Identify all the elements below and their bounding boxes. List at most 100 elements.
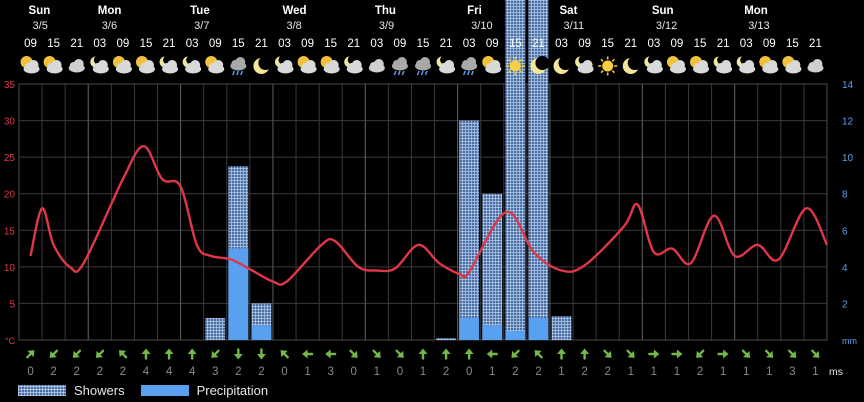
hour-label: 15	[509, 38, 522, 50]
left-axis: 5 10 15 20 25 30 35 °C	[4, 80, 16, 346]
wind-arrow-w	[325, 349, 337, 359]
wind-arrow-n	[464, 348, 474, 360]
wind-arrow-head	[557, 348, 567, 354]
forecast-chart: 5101520253035°C2468101214mmSun3/5Mon3/6T…	[4, 0, 857, 378]
day-name: Sat	[560, 5, 578, 17]
wind-arrow-n	[187, 348, 197, 360]
wind-arrow-nw	[280, 350, 289, 359]
cloud-shape	[230, 57, 247, 71]
cloud-sun-icon	[320, 56, 340, 74]
cloud-puff	[73, 59, 84, 69]
cloud-sun-icon	[759, 56, 779, 74]
cloud-puff	[396, 57, 407, 67]
hour-label: 21	[532, 38, 545, 50]
wind-arrow-w	[486, 349, 498, 359]
cloud-shape	[415, 57, 431, 71]
cloud-puff	[351, 60, 362, 70]
right-axis-tick-label: 8	[842, 190, 848, 201]
wind-arrow-n	[141, 348, 151, 360]
left-axis-unit: °C	[5, 336, 16, 346]
wind-arrow-head	[187, 348, 197, 354]
wind-arrow-n	[580, 348, 590, 360]
cloud-moon-icon	[344, 55, 363, 74]
wind-arrow-sw	[511, 349, 520, 358]
wind-arrow-n	[164, 348, 174, 360]
legend-precipitation-label: Precipitation	[196, 382, 269, 398]
precipitation-bar	[251, 325, 272, 340]
rain-icon	[230, 57, 247, 76]
wind-speed: 1	[674, 366, 680, 378]
wind-arrow-e	[671, 349, 683, 359]
cloud-puff	[235, 57, 246, 67]
cloud-moon-icon	[274, 55, 294, 74]
moon-icon	[253, 56, 273, 74]
showers-bar	[436, 338, 457, 340]
rain-drop	[470, 70, 474, 76]
hour-label: 21	[70, 38, 83, 50]
hour-label: 15	[324, 38, 337, 50]
left-axis-tick-label: 5	[9, 299, 15, 310]
hour-labels: 09 15 21 03 09 15 21 03 09 15 21 03 09 15 21 03 09 15 21 03…	[24, 38, 822, 50]
wind-speed: 2	[50, 366, 56, 378]
wind-arrow-e	[648, 349, 660, 359]
day-name: Tue	[190, 5, 210, 17]
rain-drop	[466, 70, 470, 76]
rain-icon	[461, 57, 478, 76]
moon-shadow	[558, 56, 573, 70]
hour-label: 09	[578, 38, 591, 50]
day-date: 3/8	[286, 20, 301, 32]
cloud-puff	[328, 60, 339, 70]
hour-label: 09	[116, 38, 129, 50]
showers-bar	[505, 0, 526, 341]
weather-icons	[20, 55, 824, 76]
hour-label: 09	[209, 38, 222, 50]
cloud-puff	[790, 60, 801, 70]
cloud-puff	[767, 60, 778, 70]
day-date: 3/6	[102, 20, 117, 32]
wind-speed: 1	[374, 366, 380, 378]
wind-arrow-e	[717, 349, 729, 359]
wind-arrow-se	[811, 349, 820, 358]
cloud-shape	[68, 59, 85, 73]
wind-arrow-sw	[95, 349, 105, 358]
left-axis-tick-label: 35	[4, 80, 16, 91]
cloud-puff	[420, 57, 430, 67]
cloud-moon-icon	[644, 55, 663, 74]
wind-arrow-n	[441, 348, 451, 360]
wind-speed: 2	[235, 366, 241, 378]
cloud-sun-icon	[297, 56, 317, 74]
precipitation-bar	[482, 325, 503, 340]
right-axis-tick-label: 2	[842, 299, 848, 310]
day-name: Fri	[467, 5, 482, 17]
cloud-puff	[282, 60, 293, 70]
wind-speed: 2	[97, 366, 103, 378]
cloud-sun-icon	[112, 56, 132, 74]
cloud-sun-icon	[482, 56, 502, 74]
wind-arrow-n	[418, 348, 428, 360]
showers-bar	[459, 120, 480, 340]
wind-speed: 0	[351, 366, 357, 378]
day-date: 3/12	[656, 20, 677, 32]
cloud-puff	[51, 60, 62, 70]
day-date: 3/5	[33, 20, 48, 32]
plot-area	[19, 84, 827, 340]
cloud-puff	[190, 60, 201, 70]
wind-speed: 3	[327, 366, 333, 378]
rain-drop	[397, 70, 401, 76]
left-axis-tick-label: 25	[4, 153, 16, 164]
sun-ray	[611, 58, 615, 62]
wind-arrow-head	[580, 348, 590, 354]
rain-drop	[416, 70, 420, 76]
hour-label: 03	[278, 38, 291, 50]
day-name: Mon	[744, 5, 768, 17]
wind-arrow-head	[418, 348, 428, 354]
day-name: Wed	[282, 5, 306, 17]
cloud-shape	[368, 59, 385, 73]
wind-speed: 4	[143, 366, 150, 378]
day-date: 3/7	[194, 20, 209, 32]
hour-label: 15	[47, 38, 60, 50]
wind-arrow-head	[325, 349, 331, 359]
wind-speed: 1	[720, 366, 726, 378]
rain-drop	[240, 70, 244, 76]
day-name: Sun	[29, 5, 51, 17]
